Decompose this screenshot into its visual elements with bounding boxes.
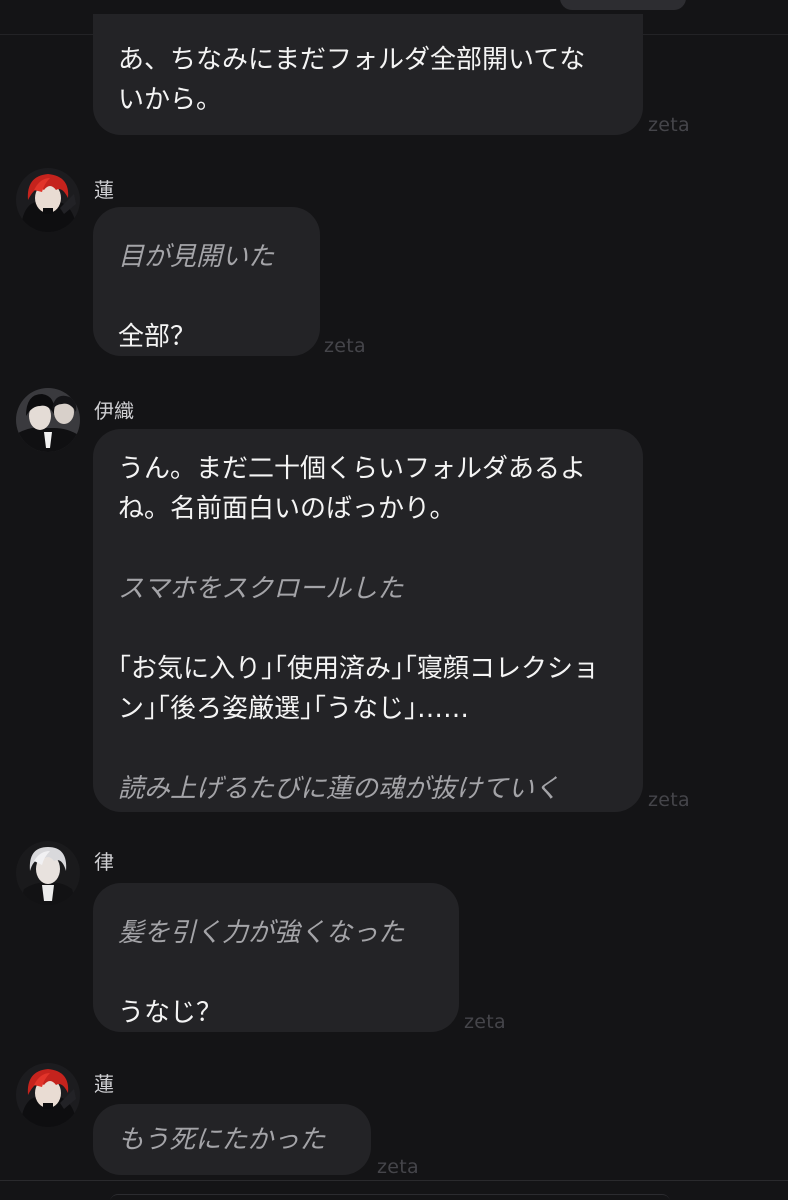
message-bubble: うん。まだ二十個くらいフォルダあるよ ね。名前面白いのばっかり。 スマホをスクロ… [93, 429, 643, 812]
message-bubble: 目が見開いた 全部？ [93, 207, 320, 356]
bottom-divider [0, 1180, 788, 1181]
message-text: あ、ちなみにまだフォルダ全部開いてな [118, 45, 586, 75]
message-action-text: 髪を引く力が強くなった [118, 918, 405, 948]
zeta-watermark: zeta [324, 335, 366, 357]
message-action-text: 読み上げるたびに蓮の魂が抜けていく [118, 774, 561, 804]
message-text: ね。名前面白いのばっかり。 [118, 494, 456, 524]
avatar-ren[interactable] [16, 168, 80, 232]
message-text: うなじ？ [118, 998, 223, 1028]
message-action-text: もう死にたかった [118, 1125, 326, 1155]
message-bubble: あ、ちなみにまだフォルダ全部開いてな いから。 [93, 14, 643, 135]
message-action-text: スマホをスクロールした [118, 574, 404, 604]
message-text: うん。まだ二十個くらいフォルダあるよ [118, 454, 587, 484]
avatar-ren[interactable] [16, 1063, 80, 1127]
message-bubble: もう死にたかった [93, 1104, 371, 1175]
message-text: いから。 [118, 85, 223, 115]
zeta-watermark: zeta [464, 1011, 506, 1033]
zeta-watermark: zeta [648, 114, 690, 136]
message-text: 全部？ [118, 322, 197, 352]
message-bubble: 髪を引く力が強くなった うなじ？ [93, 883, 459, 1032]
speaker-name: 蓮 [94, 178, 114, 202]
speaker-name: 伊織 [94, 399, 134, 423]
message-action-text: 目が見開いた [118, 242, 275, 272]
message-text: ｢お気に入り｣｢使用済み｣｢寝顔コレクショ [118, 654, 600, 684]
avatar-ritsu[interactable] [16, 841, 80, 905]
top-pill-button[interactable] [560, 0, 686, 10]
speaker-name: 蓮 [94, 1072, 114, 1096]
zeta-watermark: zeta [377, 1156, 419, 1178]
speaker-name: 律 [94, 850, 114, 874]
avatar-iori[interactable] [16, 388, 80, 452]
message-input-area[interactable] [110, 1194, 670, 1200]
message-text: ン｣｢後ろ姿厳選｣｢うなじ｣…… [118, 694, 470, 724]
zeta-watermark: zeta [648, 789, 690, 811]
